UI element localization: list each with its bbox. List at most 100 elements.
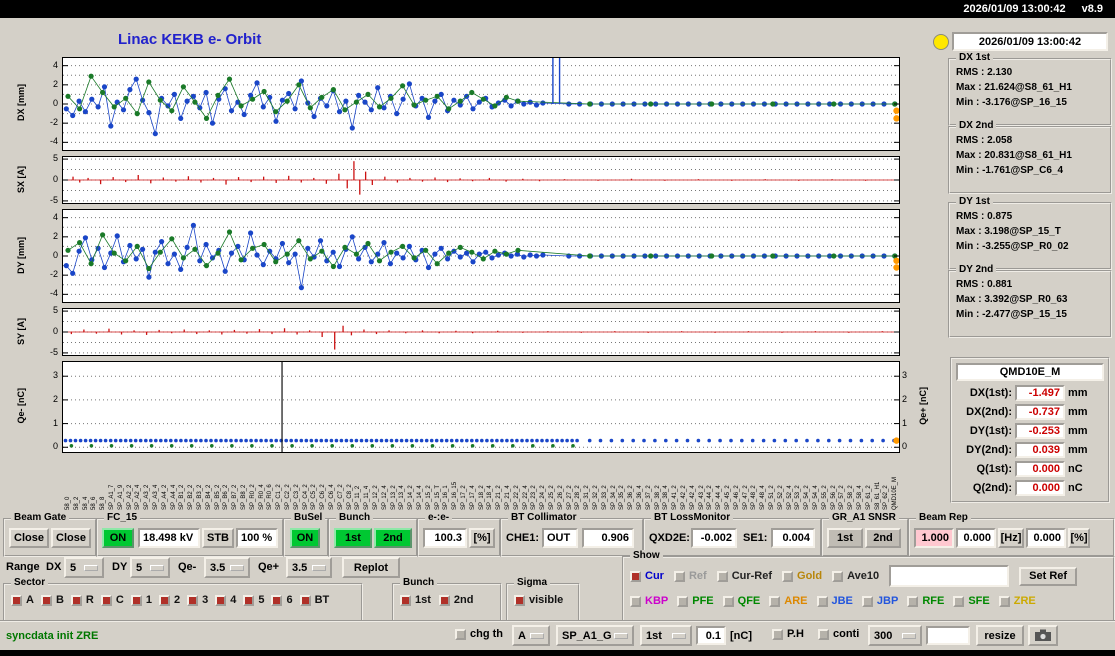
4-checkbox[interactable] xyxy=(215,594,227,606)
check-b[interactable]: B xyxy=(40,594,64,606)
ref-checkbox[interactable] xyxy=(673,570,685,582)
check-are[interactable]: ARE xyxy=(769,595,808,607)
check-sfe[interactable]: SFE xyxy=(953,595,990,607)
snapshot-button[interactable] xyxy=(1028,625,1058,646)
b-checkbox[interactable] xyxy=(40,594,52,606)
c-checkbox[interactable] xyxy=(100,594,112,606)
monitor-row-unit: nC xyxy=(1068,481,1083,494)
y-tick-label: 5 xyxy=(52,305,58,316)
monitor-row: DX(2nd): -0.737 mm xyxy=(952,402,1108,421)
check-rfe[interactable]: RFE xyxy=(907,595,944,607)
beam-gate-close1-button[interactable]: Close xyxy=(9,528,49,548)
bunch-select-dropdown[interactable]: 1st xyxy=(640,625,692,646)
bunch-2nd-button[interactable]: 2nd xyxy=(374,528,412,548)
check-cur-ref[interactable]: Cur-Ref xyxy=(716,570,772,582)
beam-gate-close2-button[interactable]: Close xyxy=(51,528,91,548)
check-kbp[interactable]: KBP xyxy=(630,595,668,607)
check-pfe[interactable]: PFE xyxy=(677,595,714,607)
are-checkbox[interactable] xyxy=(769,595,781,607)
sector-select-dropdown[interactable]: A xyxy=(512,625,550,646)
busel-on-button[interactable]: ON xyxy=(290,528,320,548)
check-6[interactable]: 6 xyxy=(271,594,293,606)
x-station-label: 58_4 xyxy=(82,496,89,510)
chg-th-check[interactable]: chg th xyxy=(455,628,503,640)
check-qfe[interactable]: QFE xyxy=(722,595,760,607)
cur-checkbox[interactable] xyxy=(630,570,641,582)
snsr-1st-button[interactable]: 1st xyxy=(827,528,863,548)
qfe-checkbox[interactable] xyxy=(722,595,734,607)
ave10-checkbox[interactable] xyxy=(832,570,844,582)
gold-checkbox[interactable] xyxy=(782,570,794,582)
visible-checkbox[interactable] xyxy=(514,594,525,606)
bunch-1st-button[interactable]: 1st xyxy=(334,528,372,548)
ph-check[interactable]: P.H xyxy=(772,628,804,640)
zre-checkbox[interactable] xyxy=(998,595,1010,607)
pfe-checkbox[interactable] xyxy=(677,595,689,607)
replot-button[interactable]: Replot xyxy=(342,557,400,578)
beam-gate-group: Beam Gate Close Close xyxy=(3,512,97,557)
set-ref-button[interactable]: Set Ref xyxy=(1019,566,1078,586)
conti-check[interactable]: conti xyxy=(818,628,859,640)
conti-checkbox[interactable] xyxy=(818,628,829,640)
blank-entry-display[interactable] xyxy=(926,626,970,645)
station-select-dropdown[interactable]: SP_A1_G xyxy=(556,625,634,646)
check-ref[interactable]: Ref xyxy=(673,570,707,582)
points-select-dropdown[interactable]: 300 xyxy=(868,625,922,646)
kbp-checkbox[interactable] xyxy=(630,595,641,607)
r-checkbox[interactable] xyxy=(70,594,82,606)
1-checkbox[interactable] xyxy=(130,594,142,606)
check-jbe[interactable]: JBE xyxy=(816,595,853,607)
conti-label: conti xyxy=(833,628,860,640)
chg-th-checkbox[interactable] xyxy=(455,628,466,640)
dropdown-indicator xyxy=(150,564,164,571)
check-bt[interactable]: BT xyxy=(299,594,329,606)
check-1st[interactable]: 1st xyxy=(400,594,431,606)
check-zre[interactable]: ZRE xyxy=(998,595,1036,607)
check-a[interactable]: A xyxy=(11,594,34,606)
fc15-kv-display: 18.498 kV xyxy=(138,528,200,548)
x-station-label: SP_48_2 xyxy=(751,485,758,510)
x-station-label: SP_54_2 xyxy=(804,485,811,510)
cur-ref-checkbox[interactable] xyxy=(716,570,728,582)
2nd-checkbox[interactable] xyxy=(438,594,450,606)
check-visible[interactable]: visible xyxy=(514,594,563,606)
ref-name-input[interactable] xyxy=(889,565,1010,587)
range-dy-dropdown[interactable]: 5 xyxy=(130,557,170,578)
check-2nd[interactable]: 2nd xyxy=(438,594,473,606)
snsr-2nd-button[interactable]: 2nd xyxy=(865,528,901,548)
check-c[interactable]: C xyxy=(100,594,124,606)
monitor-row-unit: mm xyxy=(1068,424,1088,437)
range-qem-dropdown[interactable]: 3.5 xyxy=(204,557,250,578)
check-1[interactable]: 1 xyxy=(130,594,152,606)
5-checkbox[interactable] xyxy=(243,594,255,606)
che1-label: CHE1: xyxy=(506,532,540,544)
a-checkbox[interactable] xyxy=(11,594,22,606)
1st-checkbox[interactable] xyxy=(400,594,411,606)
resize-button[interactable]: resize xyxy=(976,625,1024,646)
check-3[interactable]: 3 xyxy=(187,594,208,606)
range-qep-dropdown[interactable]: 3.5 xyxy=(286,557,332,578)
3-checkbox[interactable] xyxy=(187,594,199,606)
bt-checkbox[interactable] xyxy=(299,594,311,606)
check-4[interactable]: 4 xyxy=(215,594,236,606)
6-checkbox[interactable] xyxy=(271,594,283,606)
2-checkbox[interactable] xyxy=(158,594,170,606)
se1-label: SE1: xyxy=(743,532,768,544)
jbp-checkbox[interactable] xyxy=(861,595,873,607)
ph-checkbox[interactable] xyxy=(772,628,783,640)
check-gold[interactable]: Gold xyxy=(782,570,822,582)
check-cur[interactable]: Cur xyxy=(630,570,664,582)
check-ave10[interactable]: Ave10 xyxy=(832,570,879,582)
rfe-checkbox[interactable] xyxy=(907,595,919,607)
check-2[interactable]: 2 xyxy=(158,594,180,606)
fc15-stb-button[interactable]: STB xyxy=(202,528,234,548)
check-5[interactable]: 5 xyxy=(243,594,264,606)
jbe-checkbox[interactable] xyxy=(816,595,828,607)
threshold-display: 0.1 xyxy=(696,626,726,645)
fc15-on-button[interactable]: ON xyxy=(102,528,134,548)
rfe-label: RFE xyxy=(922,595,945,607)
check-r[interactable]: R xyxy=(70,594,94,606)
range-dx-dropdown[interactable]: 5 xyxy=(64,557,104,578)
sfe-checkbox[interactable] xyxy=(953,595,965,607)
check-jbp[interactable]: JBP xyxy=(861,595,898,607)
